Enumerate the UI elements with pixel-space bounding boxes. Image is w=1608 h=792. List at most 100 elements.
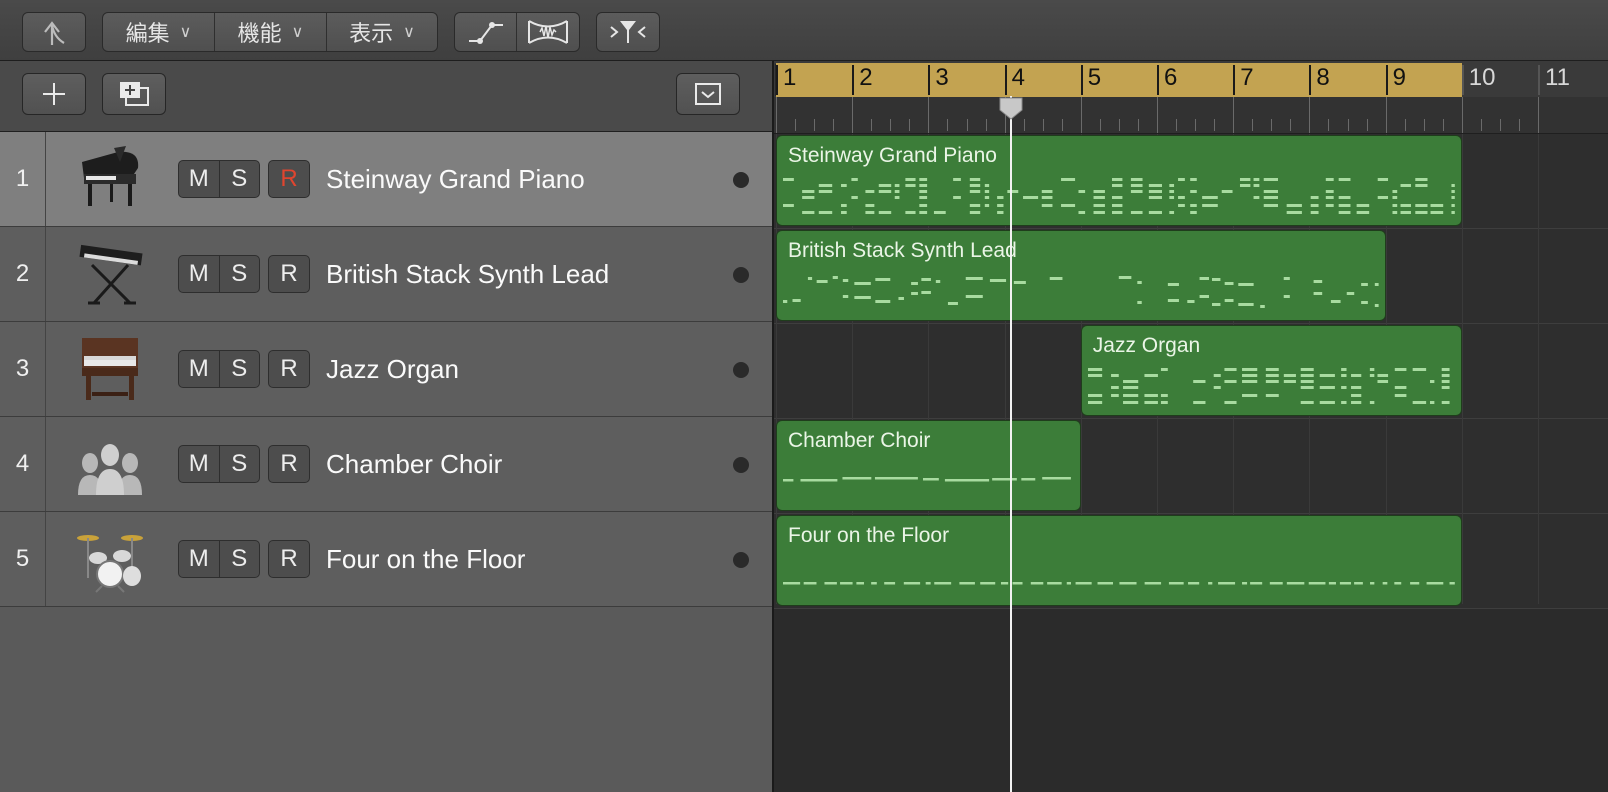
midi-note xyxy=(865,190,875,193)
track-row-1[interactable]: 1 M S R Steinway Grand Piano xyxy=(0,132,774,227)
functions-menu-label: 機能 xyxy=(237,21,282,46)
midi-note xyxy=(1137,301,1142,304)
solo-button[interactable]: S xyxy=(218,256,260,292)
track-row-3[interactable]: 3 M S R Jazz Organ xyxy=(0,322,774,417)
midi-note xyxy=(911,282,918,285)
midi-region[interactable]: Chamber Choir xyxy=(776,420,1081,511)
midi-note xyxy=(1377,196,1389,199)
duplicate-track-icon xyxy=(120,82,149,106)
plus-icon xyxy=(43,83,65,105)
ruler-subdivision-tick xyxy=(871,119,873,131)
solo-button[interactable]: S xyxy=(218,161,260,197)
midi-note xyxy=(1265,374,1279,377)
ruler-bar-tick xyxy=(776,65,778,95)
back-button[interactable] xyxy=(22,12,86,52)
midi-note xyxy=(824,582,837,585)
midi-note xyxy=(1340,374,1347,377)
ruler-subdivision-tick xyxy=(1538,97,1539,133)
track-row-4[interactable]: 4 M S R Chamber Choir xyxy=(0,417,774,512)
midi-note xyxy=(1130,211,1143,214)
midi-note xyxy=(1265,368,1279,371)
midi-note xyxy=(1377,374,1388,377)
add-track-button[interactable] xyxy=(22,73,86,115)
record-enable-button[interactable]: R xyxy=(268,255,310,293)
ruler-subdivision-tick xyxy=(1195,119,1197,131)
playhead[interactable] xyxy=(1009,96,1012,792)
mute-button[interactable]: M xyxy=(179,256,219,292)
midi-note xyxy=(1377,380,1388,383)
record-enable-button[interactable]: R xyxy=(268,540,310,578)
view-menu[interactable]: 表示 ∨ xyxy=(327,13,437,51)
midi-note xyxy=(1253,196,1260,199)
ruler[interactable]: 1 2 3 4 5 6 7 8 9 10 11 xyxy=(774,61,1608,97)
midi-region[interactable]: Four on the Floor xyxy=(776,515,1462,606)
midi-note xyxy=(1394,582,1402,585)
track-name[interactable]: British Stack Synth Lead xyxy=(326,227,609,321)
menu-group: 編集 ∨ 機能 ∨ 表示 ∨ xyxy=(102,12,438,52)
track-name[interactable]: Four on the Floor xyxy=(326,512,525,606)
playhead-handle-icon[interactable] xyxy=(998,96,1024,120)
midi-region[interactable]: Steinway Grand Piano xyxy=(776,135,1462,226)
midi-note xyxy=(1148,196,1162,199)
midi-note xyxy=(969,184,981,187)
midi-note xyxy=(878,190,892,193)
midi-note xyxy=(1093,204,1105,207)
midi-note xyxy=(1330,300,1341,303)
track-row-2[interactable]: 2 M S R British Stack Synth Lead xyxy=(0,227,774,322)
midi-note xyxy=(1338,204,1351,207)
midi-note xyxy=(1263,196,1278,199)
ruler-subdivision-tick xyxy=(1461,97,1463,133)
ruler-bar-tick xyxy=(1461,65,1464,95)
automation-button[interactable] xyxy=(455,13,518,51)
duplicate-track-button[interactable] xyxy=(102,73,166,115)
automation-icon xyxy=(468,22,503,44)
track-name[interactable]: Steinway Grand Piano xyxy=(326,132,585,226)
midi-note xyxy=(1144,374,1158,377)
catch-button[interactable] xyxy=(596,12,660,52)
midi-note xyxy=(1041,204,1053,207)
midi-note xyxy=(1061,178,1076,181)
midi-region[interactable]: Jazz Organ xyxy=(1080,325,1462,416)
midi-note xyxy=(783,479,794,482)
mute-solo-group: M S xyxy=(178,540,260,578)
global-tracks-button[interactable] xyxy=(676,73,740,115)
midi-note xyxy=(1111,178,1123,181)
solo-button[interactable]: S xyxy=(218,541,260,577)
ruler-subdivision-tick xyxy=(833,119,835,131)
solo-button[interactable]: S xyxy=(218,351,260,387)
flex-button[interactable] xyxy=(517,13,579,51)
midi-note xyxy=(851,178,858,181)
mute-button[interactable]: M xyxy=(179,541,219,577)
record-enable-button[interactable]: R xyxy=(268,445,310,483)
midi-note xyxy=(1023,196,1039,199)
edit-menu[interactable]: 編集 ∨ xyxy=(103,13,215,51)
solo-button[interactable]: S xyxy=(218,446,260,482)
midi-region[interactable]: British Stack Synth Lead xyxy=(776,230,1386,321)
mute-button[interactable]: M xyxy=(179,351,219,387)
midi-note xyxy=(1350,386,1362,389)
ruler-subdivisions[interactable] xyxy=(774,97,1608,134)
mute-button[interactable]: M xyxy=(179,161,219,197)
track-row-5[interactable]: 5 M S R Four on the Floor xyxy=(0,512,774,607)
midi-note xyxy=(802,211,815,214)
tracks-area[interactable]: 1 2 3 4 5 6 7 8 9 10 11 Steinway Grand Piano Britis… xyxy=(774,61,1608,792)
midi-note xyxy=(1338,178,1351,181)
track-name[interactable]: Chamber Choir xyxy=(326,417,502,511)
ruler-bar-tick xyxy=(1157,65,1159,95)
midi-note xyxy=(1213,386,1221,389)
functions-menu[interactable]: 機能 ∨ xyxy=(215,13,327,51)
mute-button[interactable]: M xyxy=(179,446,219,482)
track-number: 2 xyxy=(0,227,46,321)
midi-note xyxy=(818,184,833,187)
midi-note xyxy=(1078,211,1086,214)
midi-note xyxy=(1148,184,1162,187)
ruler-subdivision-tick xyxy=(1252,119,1254,131)
bar-gridline xyxy=(1538,134,1539,604)
cycle-range[interactable] xyxy=(776,63,1462,97)
midi-note xyxy=(1169,184,1175,187)
track-name[interactable]: Jazz Organ xyxy=(326,322,459,416)
midi-note xyxy=(1087,401,1102,404)
record-enable-button[interactable]: R xyxy=(268,160,310,198)
track-number: 1 xyxy=(0,132,46,226)
record-enable-button[interactable]: R xyxy=(268,350,310,388)
